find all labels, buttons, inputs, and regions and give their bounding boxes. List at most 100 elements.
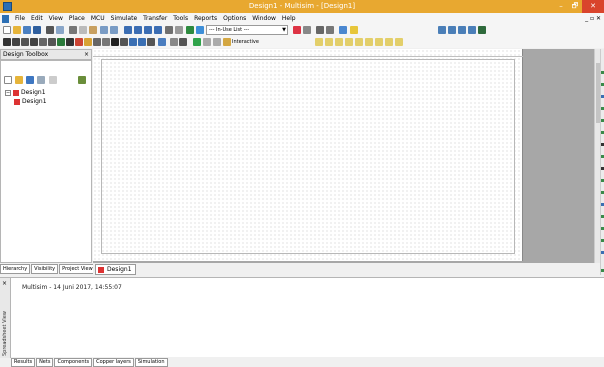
toggle-fullscreen-icon[interactable] xyxy=(124,26,132,34)
tree-item-design[interactable]: − Design1 xyxy=(5,88,47,97)
print-icon[interactable] xyxy=(46,26,54,34)
menu-transfer[interactable]: Transfer xyxy=(140,13,170,24)
zoom-area-icon[interactable] xyxy=(458,26,466,34)
place-ttl-icon[interactable] xyxy=(48,38,56,46)
component-wizard-icon[interactable] xyxy=(175,26,183,34)
simulation-mode-label[interactable]: Interactive xyxy=(232,36,259,48)
probe-settings-icon[interactable] xyxy=(303,26,311,34)
database-manager-icon[interactable] xyxy=(165,26,173,34)
place-advanced-peripherals-icon[interactable] xyxy=(111,38,119,46)
tree-item-sheet[interactable]: Design1 xyxy=(5,97,47,106)
zoom-in-icon[interactable] xyxy=(438,26,446,34)
tab-project-view[interactable]: Project View xyxy=(59,264,96,274)
instrument-network-analyzer-icon[interactable] xyxy=(395,38,403,46)
instrument-function-generator-icon[interactable] xyxy=(325,38,333,46)
place-mixed-icon[interactable] xyxy=(75,38,83,46)
open-folder-icon[interactable] xyxy=(15,76,23,84)
instrument-spectrum-analyzer-icon[interactable] xyxy=(385,38,393,46)
place-rf-icon[interactable] xyxy=(120,38,128,46)
place-bus-icon[interactable] xyxy=(179,38,187,46)
collapse-icon[interactable]: − xyxy=(5,89,11,96)
instrument-logic-analyzer-icon[interactable] xyxy=(375,38,383,46)
instrument-oscilloscope-icon[interactable] xyxy=(345,38,353,46)
open-sample-icon[interactable] xyxy=(23,26,31,34)
save-icon[interactable] xyxy=(26,76,34,84)
menu-reports[interactable]: Reports xyxy=(191,13,220,24)
place-transistor-icon[interactable] xyxy=(30,38,38,46)
interactive-mode-icon[interactable] xyxy=(223,38,231,46)
new-page-icon[interactable] xyxy=(4,76,12,84)
electrical-rules-check-icon[interactable] xyxy=(186,26,194,34)
place-diode-icon[interactable] xyxy=(21,38,29,46)
menu-place[interactable]: Place xyxy=(66,13,88,24)
instrument-bode-plotter-icon[interactable] xyxy=(355,38,363,46)
tab-hierarchy[interactable]: Hierarchy xyxy=(0,264,31,274)
help-icon[interactable] xyxy=(293,26,301,34)
menu-help[interactable]: Help xyxy=(279,13,299,24)
hierarchical-block-icon[interactable] xyxy=(170,38,178,46)
zoom-fit-icon[interactable] xyxy=(478,26,486,34)
place-basic-icon[interactable] xyxy=(12,38,20,46)
place-ni-component-icon[interactable] xyxy=(138,38,146,46)
place-source-icon[interactable] xyxy=(3,38,11,46)
search-component-icon[interactable] xyxy=(339,26,347,34)
new-sheet-icon[interactable] xyxy=(37,76,45,84)
transfer-to-ultiboard-icon[interactable] xyxy=(196,26,204,34)
copy-icon[interactable] xyxy=(79,26,87,34)
instrument-multimeter-icon[interactable] xyxy=(315,38,323,46)
open-folder-icon[interactable] xyxy=(13,26,21,34)
redo-icon[interactable] xyxy=(110,26,118,34)
close-button[interactable]: ✕ xyxy=(582,0,604,13)
stop-simulation-icon[interactable] xyxy=(213,38,221,46)
menu-tools[interactable]: Tools xyxy=(170,13,191,24)
properties-icon[interactable] xyxy=(78,76,86,84)
tab-simulation[interactable]: Simulation xyxy=(134,358,168,367)
place-analog-icon[interactable] xyxy=(39,38,47,46)
design-toolbox-icon[interactable] xyxy=(134,26,142,34)
place-misc-digital-icon[interactable] xyxy=(66,38,74,46)
pause-simulation-icon[interactable] xyxy=(203,38,211,46)
delete-icon[interactable] xyxy=(49,76,57,84)
schematic-sheet[interactable] xyxy=(93,49,523,261)
tab-copper-layers[interactable]: Copper layers xyxy=(93,358,134,367)
menu-file[interactable]: File xyxy=(12,13,28,24)
lightbulb-icon[interactable] xyxy=(350,26,358,34)
zoom-sheet-icon[interactable] xyxy=(468,26,476,34)
instrument-word-generator-icon[interactable] xyxy=(365,38,373,46)
tab-design1[interactable]: Design1 xyxy=(95,264,136,275)
menu-window[interactable]: Window xyxy=(249,13,279,24)
menu-view[interactable]: View xyxy=(46,13,66,24)
tab-results[interactable]: Results xyxy=(11,358,36,367)
grapher-icon[interactable] xyxy=(154,26,162,34)
paste-icon[interactable] xyxy=(89,26,97,34)
place-power-icon[interactable] xyxy=(93,38,101,46)
cut-icon[interactable] xyxy=(69,26,77,34)
print-preview-icon[interactable] xyxy=(56,26,64,34)
instrument-wattmeter-icon[interactable] xyxy=(335,38,343,46)
probe-current-icon[interactable] xyxy=(326,26,334,34)
document-icon[interactable] xyxy=(2,14,9,23)
menu-options[interactable]: Options xyxy=(220,13,249,24)
in-use-list-dropdown[interactable]: --- In-Use List --- ▼ xyxy=(206,25,288,35)
undo-icon[interactable] xyxy=(100,26,108,34)
tab-visibility[interactable]: Visibility xyxy=(31,264,59,274)
document-window-controls[interactable]: _ ▫ ✕ xyxy=(585,13,601,24)
probe-voltage-icon[interactable] xyxy=(316,26,324,34)
place-connector-icon[interactable] xyxy=(147,38,155,46)
tab-nets[interactable]: Nets xyxy=(36,358,54,367)
place-electromechanical-icon[interactable] xyxy=(129,38,137,46)
place-indicator-icon[interactable] xyxy=(84,38,92,46)
zoom-out-icon[interactable] xyxy=(448,26,456,34)
spreadsheet-view-icon[interactable] xyxy=(144,26,152,34)
menu-edit[interactable]: Edit xyxy=(28,13,46,24)
maximize-button[interactable]: 🗗 xyxy=(568,0,582,13)
minimize-button[interactable]: – xyxy=(554,0,568,13)
place-mcu-icon[interactable] xyxy=(158,38,166,46)
run-simulation-icon[interactable] xyxy=(193,38,201,46)
save-icon[interactable] xyxy=(33,26,41,34)
new-file-icon[interactable] xyxy=(3,26,11,34)
place-misc-icon[interactable] xyxy=(102,38,110,46)
place-cmos-icon[interactable] xyxy=(57,38,65,46)
menu-mcu[interactable]: MCU xyxy=(88,13,108,24)
schematic-workspace[interactable] xyxy=(93,49,600,263)
